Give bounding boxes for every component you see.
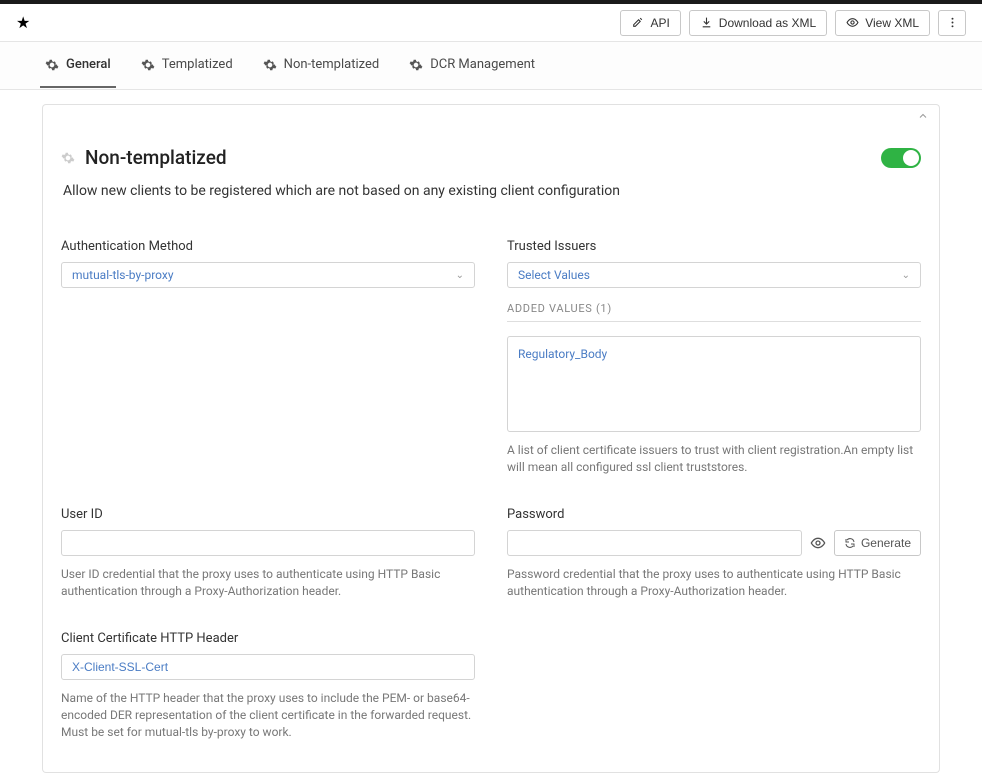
tab-non-templatized-label: Non-templatized (284, 57, 380, 72)
api-button-label: API (650, 16, 669, 30)
chevron-up-icon (917, 110, 929, 122)
added-values-header: ADDED VALUES (1) (507, 302, 921, 322)
view-xml-button[interactable]: View XML (835, 10, 930, 36)
chevron-down-icon: ⌄ (902, 270, 910, 281)
auth-method-value: mutual-tls-by-proxy (72, 268, 174, 282)
more-menu-button[interactable] (938, 10, 966, 36)
gear-icon (263, 58, 277, 72)
gear-icon (141, 58, 155, 72)
download-icon (700, 16, 713, 29)
refresh-icon (844, 537, 856, 549)
client-cert-input[interactable] (61, 654, 475, 680)
tab-general[interactable]: General (40, 43, 116, 88)
added-value-item: Regulatory_Body (518, 347, 607, 361)
page-header: ★ API Download as XML View XML (0, 4, 982, 42)
trusted-issuers-field: Trusted Issuers Select Values ⌄ ADDED VA… (507, 239, 921, 477)
download-xml-button[interactable]: Download as XML (689, 10, 827, 36)
api-button[interactable]: API (620, 10, 680, 36)
trusted-issuers-placeholder: Select Values (518, 268, 590, 282)
added-values-box[interactable]: Regulatory_Body (507, 336, 921, 432)
view-xml-label: View XML (865, 16, 919, 30)
eye-icon[interactable] (810, 535, 826, 551)
enable-toggle[interactable] (881, 148, 921, 168)
chevron-down-icon: ⌄ (456, 270, 464, 281)
client-cert-label: Client Certificate HTTP Header (61, 631, 475, 646)
auth-method-label: Authentication Method (61, 239, 475, 254)
generate-label: Generate (861, 536, 911, 550)
password-field: Password Generate Password credential th… (507, 507, 921, 601)
tab-dcr-label: DCR Management (430, 57, 535, 72)
tab-templatized[interactable]: Templatized (136, 43, 238, 88)
trusted-issuers-help: A list of client certificate issuers to … (507, 442, 921, 477)
gear-icon (45, 58, 59, 72)
password-help: Password credential that the proxy uses … (507, 566, 921, 601)
gear-icon (61, 151, 75, 165)
user-id-input[interactable] (61, 530, 475, 556)
tab-general-label: General (66, 57, 111, 72)
client-cert-field: Client Certificate HTTP Header Name of t… (61, 631, 475, 742)
user-id-label: User ID (61, 507, 475, 522)
non-templatized-panel: Non-templatized Allow new clients to be … (42, 126, 940, 773)
collapse-bar[interactable] (42, 104, 940, 126)
user-id-field: User ID User ID credential that the prox… (61, 507, 475, 601)
download-xml-label: Download as XML (719, 16, 816, 30)
tab-templatized-label: Templatized (162, 57, 233, 72)
panel-description: Allow new clients to be registered which… (63, 183, 921, 199)
tab-bar: General Templatized Non-templatized DCR … (0, 42, 982, 90)
password-input[interactable] (507, 530, 802, 556)
tab-non-templatized[interactable]: Non-templatized (258, 43, 385, 88)
generate-button[interactable]: Generate (834, 530, 921, 556)
tools-icon (631, 16, 644, 29)
more-vertical-icon (946, 16, 959, 29)
trusted-issuers-select[interactable]: Select Values ⌄ (507, 262, 921, 288)
panel-title: Non-templatized (85, 146, 227, 169)
client-cert-help: Name of the HTTP header that the proxy u… (61, 690, 475, 742)
auth-method-field: Authentication Method mutual-tls-by-prox… (61, 239, 475, 477)
auth-method-select[interactable]: mutual-tls-by-proxy ⌄ (61, 262, 475, 288)
tab-dcr-management[interactable]: DCR Management (404, 43, 540, 88)
trusted-issuers-label: Trusted Issuers (507, 239, 921, 254)
star-icon[interactable]: ★ (16, 13, 30, 32)
header-actions: API Download as XML View XML (620, 10, 966, 36)
eye-icon (846, 16, 859, 29)
gear-icon (409, 58, 423, 72)
user-id-help: User ID credential that the proxy uses t… (61, 566, 475, 601)
password-label: Password (507, 507, 921, 522)
